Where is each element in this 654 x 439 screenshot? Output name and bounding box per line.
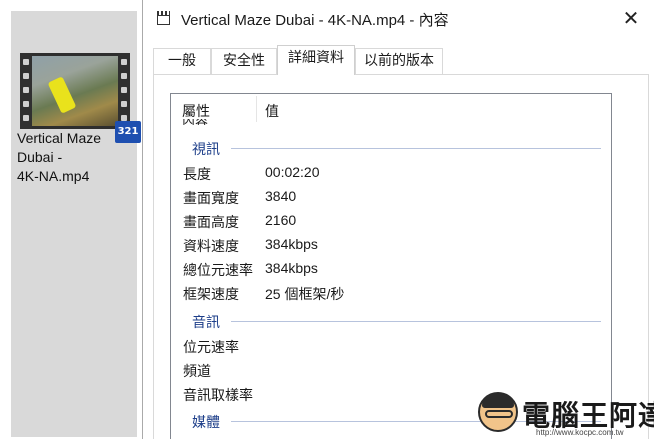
tab-general[interactable]: 一般 [153,48,211,74]
property-name: 總位元速率 [183,263,253,279]
table-row[interactable]: 畫面寬度 3840 [171,185,591,209]
clipped-row: 內容 [182,119,222,125]
video-thumbnail [20,53,130,129]
tab-strip: 一般 安全性 詳細資料 以前的版本 [153,45,653,75]
property-value: 2160 [265,212,297,228]
property-name: 音訊取樣率 [183,388,253,404]
clapperboard-icon [156,10,172,26]
wingsuit-figure [47,76,77,114]
group-header-video[interactable]: 視訊 [171,137,601,159]
table-row[interactable]: 位元速率 [171,334,591,358]
scroll-up-arrow-icon[interactable]: ▲ [611,94,612,112]
table-row[interactable]: 資料速度 384kbps [171,233,591,257]
property-value: 3840 [265,188,297,204]
table-row[interactable]: 框架速度 25 個框架/秒 [171,281,591,305]
property-name: 長度 [183,167,211,183]
column-header-value[interactable]: 值 [265,101,279,121]
table-row[interactable]: 頻道 [171,358,591,382]
film-strip-left [20,53,32,129]
file-name-label: Vertical Maze Dubai - 4K-NA.mp4 [17,129,137,186]
watermark-url: http://www.kocpc.com.tw [536,428,624,437]
property-value: 00:02:20 [265,164,320,180]
mascot-logo-icon [478,392,518,432]
details-panel: 屬性 值 內容 視訊 長度 00:02:20 畫面寬度 3840 [153,74,649,439]
group-label: 音訊 [192,315,220,331]
property-value: 384kbps [265,236,318,252]
column-header-property[interactable]: 屬性 [182,101,210,121]
column-divider[interactable] [256,96,257,122]
table-row[interactable]: 長度 00:02:20 [171,161,591,185]
close-button[interactable]: ✕ [615,4,647,32]
group-label: 媒體 [192,415,220,431]
tab-details[interactable]: 詳細資料 [277,45,355,75]
selected-file-tile[interactable]: 321 Vertical Maze Dubai - 4K-NA.mp4 [11,11,141,437]
site-watermark: 電腦王阿達 http://www.kocpc.com.tw [478,392,654,439]
list-header: 屬性 值 內容 [171,94,611,125]
table-row[interactable]: 畫面高度 2160 [171,209,591,233]
file-name-line-3: 4K-NA.mp4 [17,168,90,184]
property-name: 資料速度 [183,239,239,255]
title-bar[interactable]: Vertical Maze Dubai - 4K-NA.mp4 - 內容 ✕ [143,0,654,38]
group-divider [231,321,601,322]
property-name: 畫面高度 [183,215,239,231]
property-list[interactable]: 屬性 值 內容 視訊 長度 00:02:20 畫面寬度 3840 [170,93,612,439]
group-divider [231,148,601,149]
property-name: 框架速度 [183,287,239,303]
property-value: 384kbps [265,260,318,276]
film-strip-right [118,53,130,129]
property-name: 畫面寬度 [183,191,239,207]
table-row[interactable]: 總位元速率 384kbps [171,257,591,281]
vertical-scrollbar[interactable]: ▲ [611,94,612,439]
properties-dialog: Vertical Maze Dubai - 4K-NA.mp4 - 內容 ✕ 一… [142,0,654,439]
tab-previous-versions[interactable]: 以前的版本 [355,48,443,74]
property-name: 頻道 [183,364,211,380]
file-name-line-2: Dubai - [17,149,63,165]
property-name: 位元速率 [183,340,239,356]
group-label: 視訊 [192,142,220,158]
window-title: Vertical Maze Dubai - 4K-NA.mp4 - 內容 [181,12,449,29]
thumbnail-image [32,56,118,126]
file-name-line-1: Vertical Maze [17,130,102,146]
tab-security[interactable]: 安全性 [211,48,277,74]
property-value: 25 個框架/秒 [265,286,345,302]
group-header-audio[interactable]: 音訊 [171,310,601,332]
desktop: 321 Vertical Maze Dubai - 4K-NA.mp4 Vert… [0,0,654,439]
